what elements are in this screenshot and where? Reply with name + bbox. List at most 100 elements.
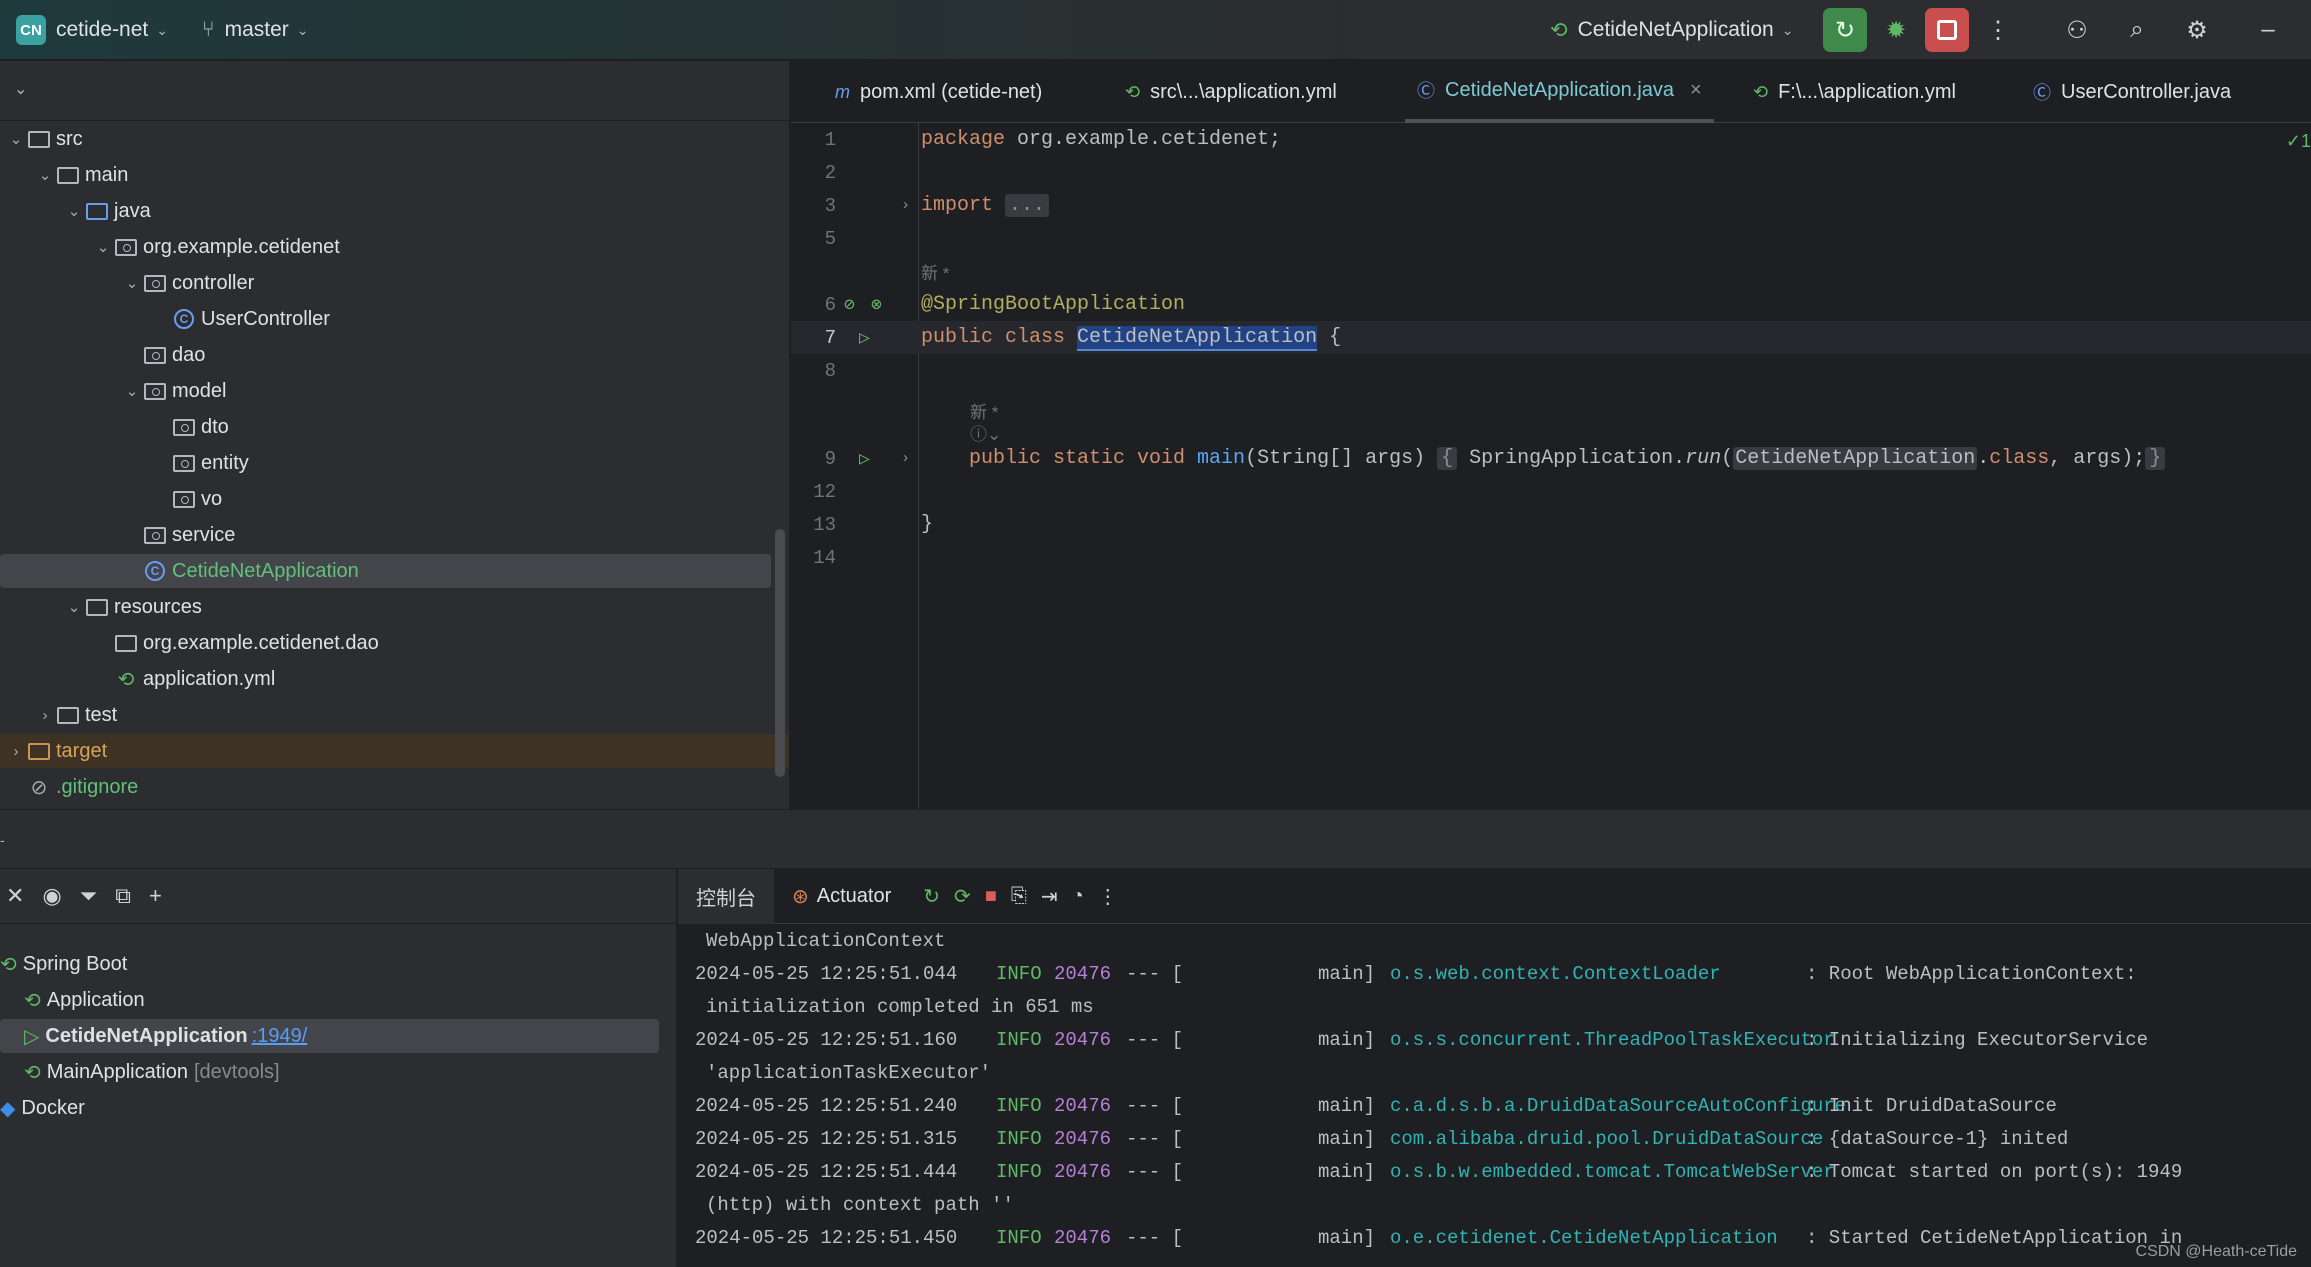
tree-item[interactable]: ⌄ resources — [0, 590, 789, 624]
code-line-14[interactable]: 14 — [791, 541, 2311, 574]
expand-arrow-icon[interactable]: ⌄ — [122, 382, 142, 400]
new-tab-icon[interactable]: ⧉ — [115, 883, 131, 909]
profiler-icon[interactable]: ◔ — [1072, 885, 1084, 908]
tree-item[interactable]: ⌄ model — [0, 374, 789, 408]
yaml-icon: ⟲ — [1125, 81, 1141, 102]
tree-item[interactable]: ⌄ main — [0, 158, 789, 192]
tree-item[interactable]: › target — [0, 734, 789, 768]
tree-item[interactable]: org.example.cetidenet.dao — [0, 626, 789, 660]
branch-selector[interactable]: ⑂ master ⌄ — [202, 0, 309, 60]
add-user-icon[interactable]: ⚇ — [2055, 8, 2099, 52]
project-selector[interactable]: CN cetide-net ⌄ — [16, 0, 168, 60]
expand-arrow-icon[interactable]: ⌄ — [93, 238, 113, 256]
expand-arrow-icon[interactable]: ⌄ — [64, 598, 84, 616]
expand-arrow-icon[interactable]: ⌄ — [64, 202, 84, 220]
log-cls[interactable]: o.s.s.concurrent.ThreadPoolTaskExecutor — [1390, 1029, 1835, 1051]
bean-gutter-icon[interactable]: ⊘ — [844, 294, 855, 316]
log-cls[interactable]: o.s.b.w.embedded.tomcat.TomcatWebServer — [1390, 1161, 1835, 1183]
tree-item[interactable]: › test — [0, 698, 789, 732]
settings-icon[interactable]: ⚙ — [2175, 8, 2219, 52]
stop-icon[interactable]: ■ — [985, 885, 997, 908]
debug-icon[interactable]: ✹ — [1874, 8, 1918, 52]
service-item[interactable]: ▷ CetideNetApplication:1949/ — [0, 1019, 659, 1053]
rerun-icon[interactable]: ↻ — [923, 884, 940, 909]
tab-0[interactable]: m pom.xml (cetide-net) — [835, 61, 1042, 123]
log-cls[interactable]: c.a.d.s.b.a.DruidDataSourceAutoConfigure — [1390, 1095, 1846, 1117]
expand-arrow-icon[interactable]: ⌄ — [35, 166, 55, 184]
minimize-icon[interactable]: – — [2246, 8, 2290, 52]
service-item[interactable]: ⟲ MainApplication [devtools] — [0, 1055, 676, 1089]
log-pid: 20476 — [1054, 1094, 1112, 1117]
log-cls[interactable]: o.s.web.context.ContextLoader — [1390, 963, 1721, 985]
console-toolbar: 控制台 ⊛ Actuator ↻ ⟳ ■ ⎘ ⇥ ◔ ⋮ — [678, 868, 2311, 924]
tree-item[interactable]: vo — [0, 482, 789, 516]
expand-arrow-icon[interactable]: › — [6, 743, 26, 760]
tree-item[interactable]: entity — [0, 446, 789, 480]
tree-scrollbar[interactable] — [775, 529, 785, 777]
tab-4[interactable]: Ⓒ UserController.java — [2033, 61, 2231, 123]
add-icon[interactable]: + — [149, 883, 162, 909]
tree-item[interactable]: ⟲ application.yml — [0, 662, 789, 696]
restart-icon[interactable]: ⟳ — [954, 884, 971, 909]
tab-1[interactable]: ⟲ src\...\application.yml — [1125, 61, 1337, 123]
service-item[interactable]: ⟲ Application — [0, 983, 676, 1017]
stop-icon[interactable] — [1925, 8, 1969, 52]
expand-arrow-icon[interactable]: ⌄ — [6, 130, 26, 148]
tab-3[interactable]: ⟲ F:\...\application.yml — [1753, 61, 1956, 123]
code-line-5[interactable]: 5 — [791, 222, 2311, 255]
run-gutter-icon[interactable]: ▷ — [859, 448, 870, 470]
line-number: 2 — [824, 161, 836, 184]
service-item[interactable]: ⟲ Spring Boot — [0, 947, 676, 981]
tree-item[interactable]: dto — [0, 410, 789, 444]
fold-icon[interactable]: › — [901, 450, 910, 467]
code-line-8[interactable]: 8 — [791, 354, 2311, 387]
log-continuation: initialization completed in 651 ms — [706, 995, 1094, 1018]
code-line-2[interactable]: 2 — [791, 156, 2311, 189]
tab-2[interactable]: Ⓒ CetideNetApplication.java × — [1405, 61, 1714, 123]
search-icon[interactable]: ⌕ — [2115, 8, 2159, 52]
camera-icon[interactable]: ⎘ — [1011, 885, 1027, 908]
more-icon[interactable]: ⋮ — [1098, 884, 1118, 909]
expand-arrow-icon[interactable]: ⌄ — [122, 274, 142, 292]
expand-arrow-icon[interactable]: › — [35, 707, 55, 724]
tree-item[interactable]: dao — [0, 338, 789, 372]
more-icon[interactable]: ⋮ — [1976, 8, 2020, 52]
tree-item[interactable]: ⊘ .gitignore — [0, 770, 789, 804]
rerun-icon[interactable]: ↻ — [1823, 8, 1867, 52]
tree-item[interactable]: ⌄ src — [0, 122, 789, 156]
code-line-1[interactable]: 1 package org.example.cetidenet; — [791, 123, 2311, 156]
code-line-3[interactable]: 3 › import ... — [791, 189, 2311, 222]
code-line-7[interactable]: 7 ▷ public class CetideNetApplication { — [791, 321, 2311, 354]
chevron-down-icon[interactable]: ⌄ — [14, 79, 27, 99]
exit-icon[interactable]: ⇥ — [1041, 884, 1058, 909]
port-link[interactable]: :1949/ — [252, 1025, 308, 1048]
tree-item[interactable]: service — [0, 518, 789, 552]
tab-console[interactable]: 控制台 — [678, 868, 774, 924]
close-icon[interactable]: ✕ — [6, 883, 24, 909]
run-config-selector[interactable]: ⟲ CetideNetApplication ⌄ — [1550, 0, 1793, 60]
log-cls[interactable]: o.e.cetidenet.CetideNetApplication — [1390, 1227, 1778, 1249]
fold-open[interactable]: { — [1437, 447, 1458, 470]
eye-icon[interactable]: ◉ — [42, 883, 61, 909]
fold-icon[interactable]: › — [901, 197, 910, 214]
log-ts: 2024-05-25 12:25:51.450 — [695, 1226, 958, 1249]
tree-item[interactable]: C CetideNetApplication — [0, 554, 771, 588]
log-cls[interactable]: com.alibaba.druid.pool.DruidDataSource — [1390, 1128, 1823, 1150]
tab-actuator[interactable]: ⊛ Actuator — [774, 869, 909, 924]
code-line-9[interactable]: 9 ▷ › public static void main(String[] a… — [791, 442, 2311, 475]
import-fold[interactable]: ... — [1005, 194, 1050, 217]
tree-item[interactable]: ⌄ controller — [0, 266, 789, 300]
collapse-icon[interactable]: - — [0, 832, 5, 848]
tree-item[interactable]: C UserController — [0, 302, 789, 336]
close-tab-icon[interactable]: × — [1690, 79, 1702, 102]
tree-item[interactable]: ⌄ java — [0, 194, 789, 228]
fold-close[interactable]: } — [2145, 447, 2166, 470]
tree-item[interactable]: ⌄ org.example.cetidenet — [0, 230, 789, 264]
filter-icon[interactable]: ⏷ — [80, 883, 98, 909]
run-gutter-icon[interactable]: ▷ — [859, 327, 870, 349]
code-line-13[interactable]: 13 } — [791, 508, 2311, 541]
code-line-12[interactable]: 12 — [791, 475, 2311, 508]
spring-gutter-icon[interactable]: ⊗ — [871, 294, 882, 316]
code-line-6[interactable]: 6 ⊘ ⊗ @SpringBootApplication — [791, 288, 2311, 321]
service-item[interactable]: ◆ Docker — [0, 1091, 676, 1125]
